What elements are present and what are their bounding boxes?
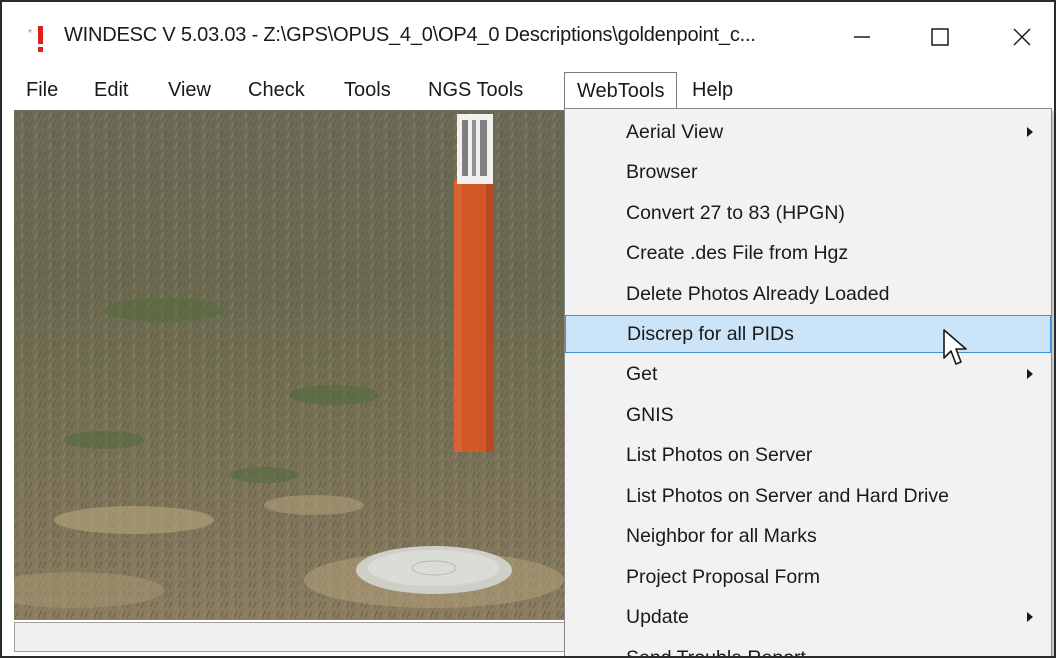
menu-item-neighbor-all-marks[interactable]: Neighbor for all Marks [565, 517, 1051, 555]
minimize-button[interactable] [832, 12, 892, 62]
app-icon: * [28, 26, 43, 52]
menu-item-create-des-file[interactable]: Create .des File from Hgz [565, 234, 1051, 272]
survey-mark-photo [14, 110, 574, 620]
title-bar[interactable]: * WINDESC V 5.03.03 - Z:\GPS\OPUS_4_0\OP… [2, 2, 1054, 72]
menu-view[interactable]: View [168, 72, 211, 108]
menu-item-label: Project Proposal Form [626, 565, 820, 588]
maximize-button[interactable] [910, 12, 970, 62]
menu-item-label: Convert 27 to 83 (HPGN) [626, 201, 845, 224]
close-icon [1013, 28, 1031, 46]
menu-item-label: Neighbor for all Marks [626, 524, 817, 547]
status-bar [14, 622, 574, 652]
menu-item-label: Send Trouble Report [626, 646, 806, 658]
menu-item-get[interactable]: Get [565, 355, 1051, 393]
menu-item-label: List Photos on Server and Hard Drive [626, 484, 949, 507]
submenu-arrow-icon [1027, 127, 1033, 137]
webtools-dropdown: Aerial View Browser Convert 27 to 83 (HP… [564, 108, 1052, 658]
menu-item-list-photos-server[interactable]: List Photos on Server [565, 436, 1051, 474]
menu-help[interactable]: Help [692, 72, 733, 108]
menu-item-label: Get [626, 362, 658, 385]
menu-check[interactable]: Check [248, 72, 305, 108]
menu-file[interactable]: File [26, 72, 58, 108]
menu-item-gnis[interactable]: GNIS [565, 396, 1051, 434]
submenu-arrow-icon [1027, 612, 1033, 622]
window-title: WINDESC V 5.03.03 - Z:\GPS\OPUS_4_0\OP4_… [64, 24, 756, 46]
menu-item-send-trouble-report[interactable]: Send Trouble Report [565, 639, 1051, 658]
close-button[interactable] [992, 12, 1052, 62]
menu-item-label: Update [626, 605, 689, 628]
menu-ngs-tools[interactable]: NGS Tools [428, 72, 523, 108]
menu-item-update[interactable]: Update [565, 598, 1051, 636]
menu-item-convert-27-83[interactable]: Convert 27 to 83 (HPGN) [565, 194, 1051, 232]
windesc-window: * WINDESC V 5.03.03 - Z:\GPS\OPUS_4_0\OP… [0, 0, 1056, 658]
menu-item-browser[interactable]: Browser [565, 153, 1051, 191]
menu-item-project-proposal-form[interactable]: Project Proposal Form [565, 558, 1051, 596]
menu-item-label: Discrep for all PIDs [627, 322, 794, 345]
menu-item-delete-photos[interactable]: Delete Photos Already Loaded [565, 275, 1051, 313]
menu-webtools[interactable]: WebTools [564, 72, 678, 110]
menu-item-label: Delete Photos Already Loaded [626, 282, 890, 305]
minimize-icon [854, 36, 870, 38]
menu-item-label: Browser [626, 160, 698, 183]
mouse-pointer-icon [943, 329, 967, 365]
menu-tools[interactable]: Tools [344, 72, 391, 108]
menu-item-list-photos-server-hard-drive[interactable]: List Photos on Server and Hard Drive [565, 477, 1051, 515]
submenu-arrow-icon [1027, 369, 1033, 379]
menu-item-aerial-view[interactable]: Aerial View [565, 113, 1051, 151]
menu-item-label: GNIS [626, 403, 674, 426]
menu-item-label: Aerial View [626, 120, 724, 143]
maximize-icon [931, 28, 949, 46]
menu-bar: File Edit View Check Tools NGS Tools Web… [2, 72, 1054, 110]
menu-item-label: List Photos on Server [626, 443, 813, 466]
menu-item-discrep-all-pids[interactable]: Discrep for all PIDs [565, 315, 1051, 353]
menu-item-label: Create .des File from Hgz [626, 241, 849, 264]
svg-text:*: * [28, 28, 32, 39]
menu-edit[interactable]: Edit [94, 72, 128, 108]
